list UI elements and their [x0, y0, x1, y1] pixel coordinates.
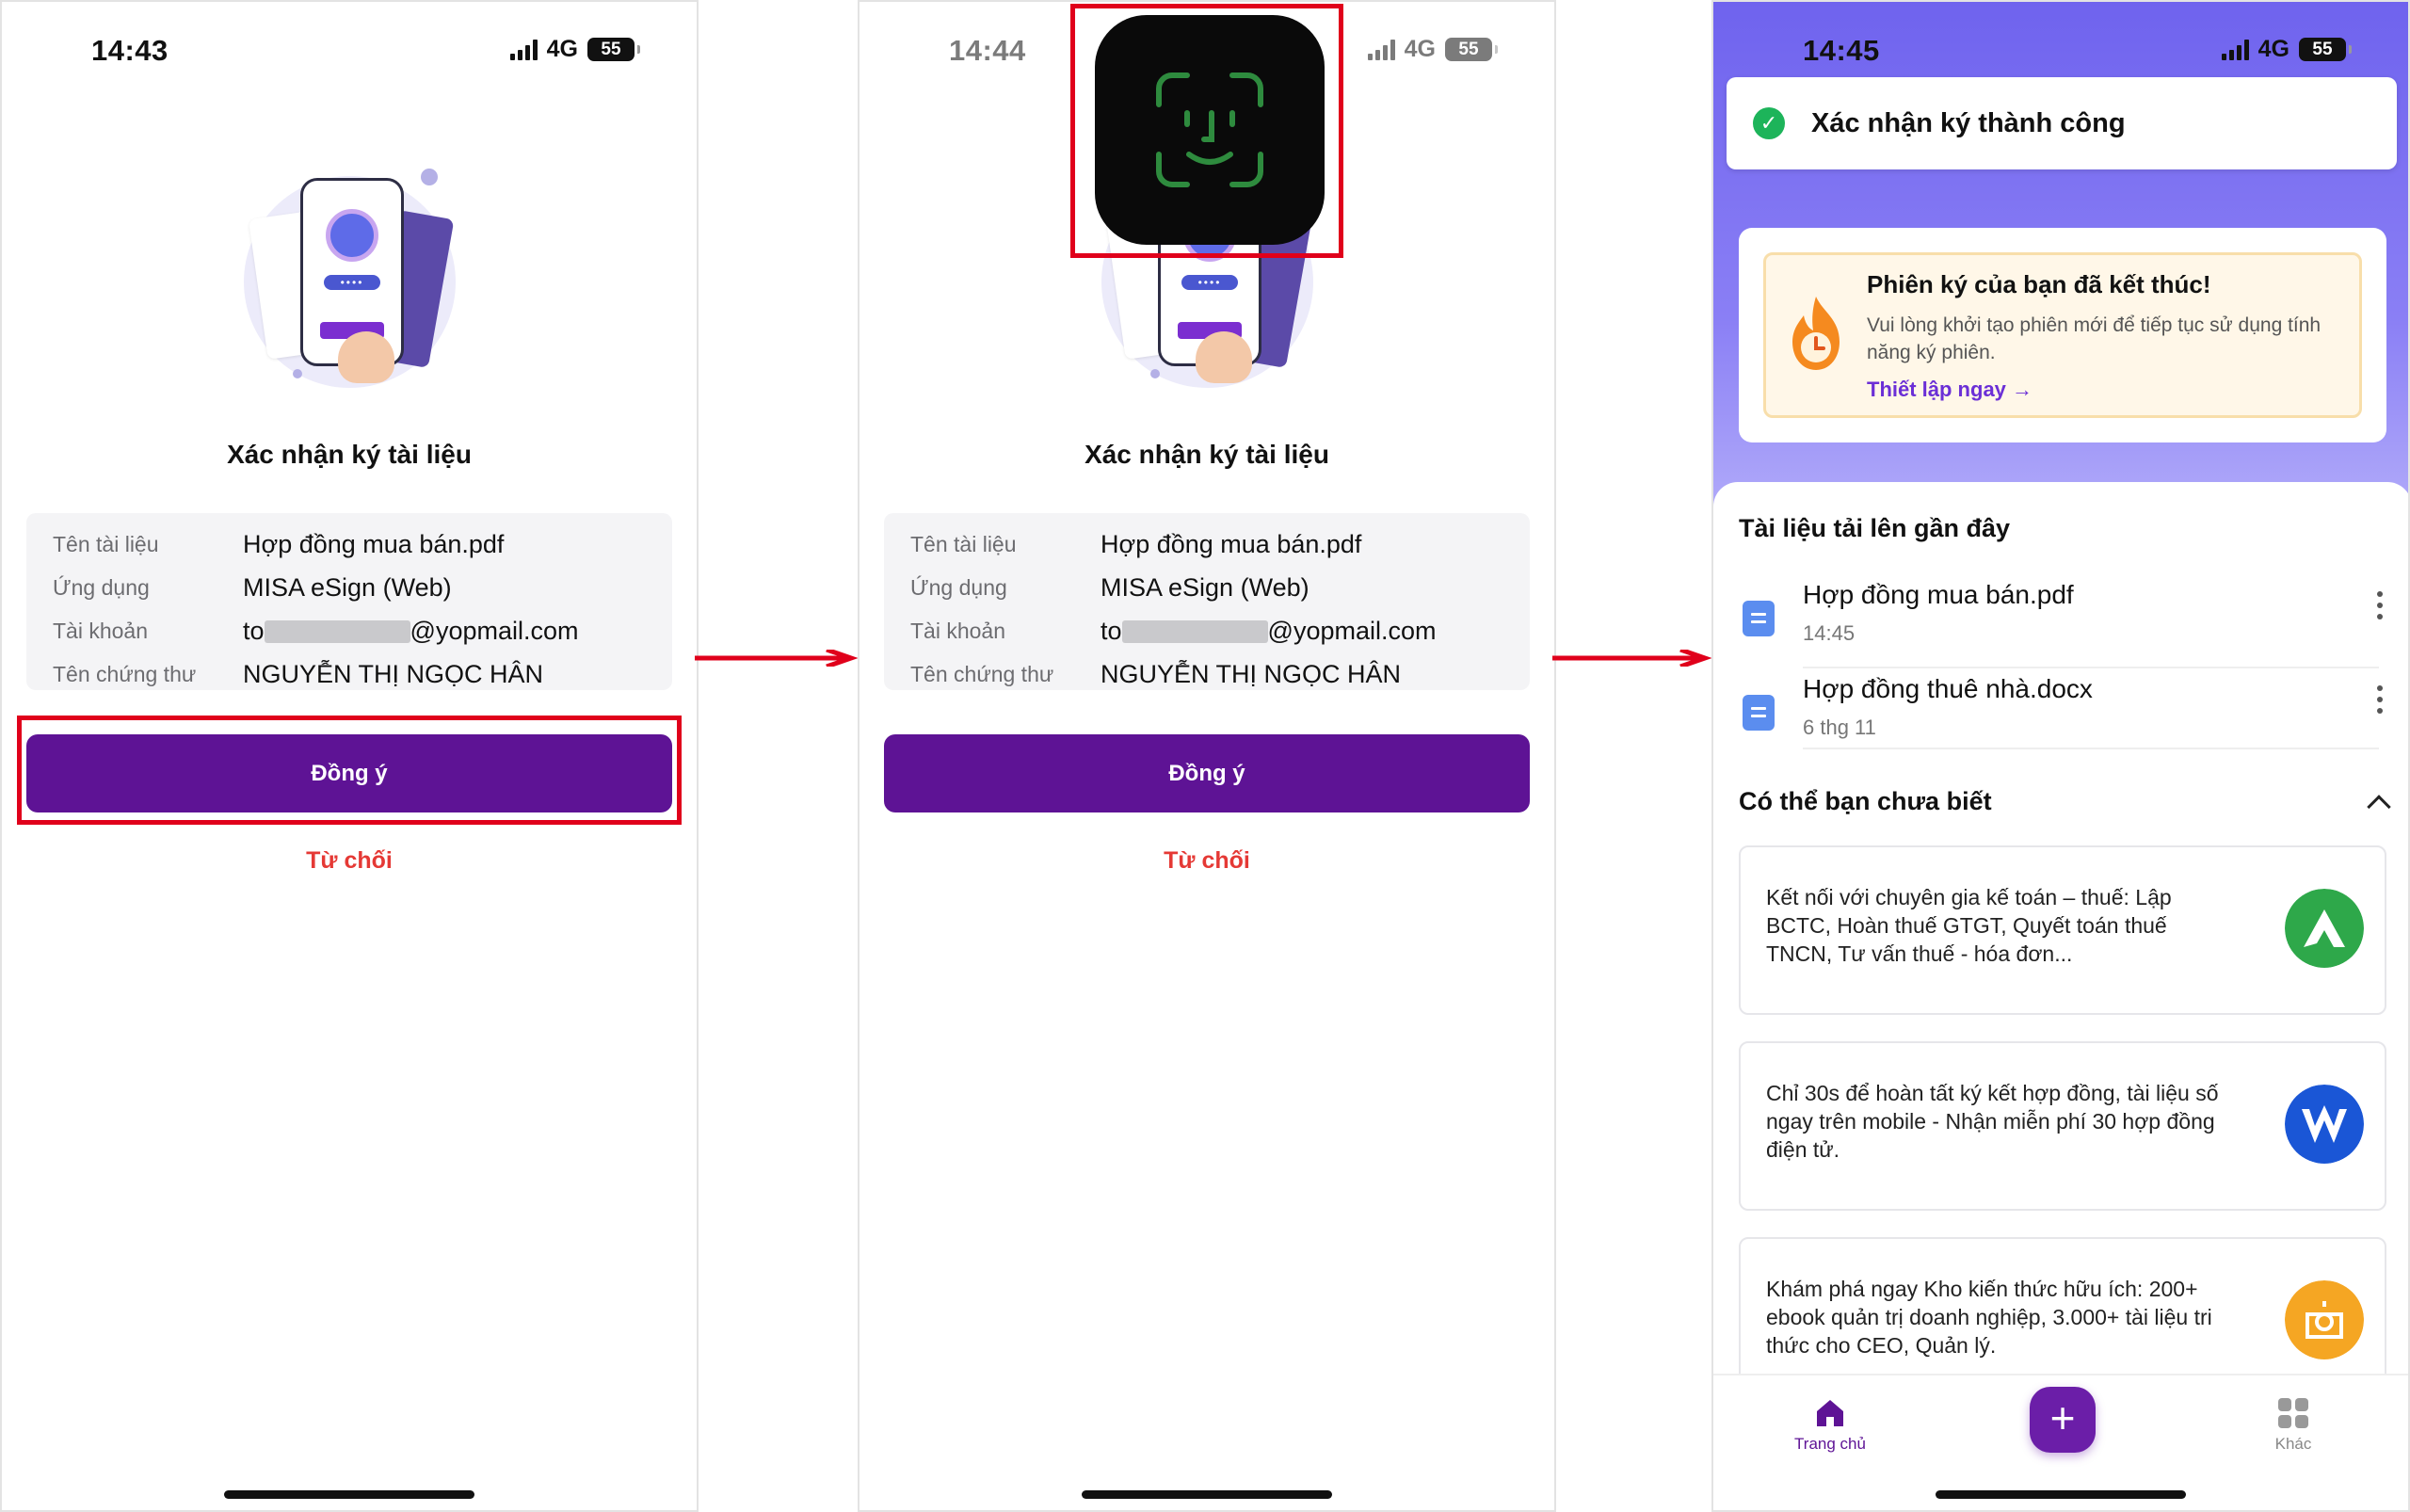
session-title: Phiên ký của bạn đã kết thúc!	[1867, 270, 2211, 298]
tab-more-label: Khác	[2274, 1435, 2312, 1453]
more-options-icon[interactable]	[2377, 685, 2383, 719]
info-value-account: to @yopmail.com	[1101, 617, 1437, 646]
content-sheet: Tài liệu tải lên gần đây Hợp đồng mua bá…	[1713, 482, 2408, 1407]
account-suffix: @yopmail.com	[1267, 616, 1437, 645]
signal-icon	[1367, 39, 1395, 60]
stage: 14:43 4G 55 •••• Xác nhận ký tài liệu Tê…	[0, 0, 2410, 1512]
info-row-app: Ứng dụng MISA eSign (Web)	[53, 566, 672, 609]
status-bar: 14:45 4G 55	[1713, 30, 2408, 72]
info-value: Hợp đồng mua bán.pdf	[243, 529, 505, 558]
info-label: Tài khoản	[910, 618, 1006, 643]
redacted-blur	[264, 620, 410, 644]
agree-button[interactable]: Đồng ý	[884, 734, 1530, 812]
info-value: Hợp đồng mua bán.pdf	[1101, 529, 1362, 558]
home-icon	[1817, 1400, 1843, 1426]
info-label: Ứng dụng	[53, 574, 150, 600]
document-time: 6 thg 11	[1803, 716, 1876, 739]
tip-card[interactable]: Kết nối với chuyên gia kế toán – thuế: L…	[1739, 845, 2386, 1015]
sign-illustration: ••••	[234, 157, 470, 411]
recent-docs-title: Tài liệu tải lên gần đây	[1739, 514, 2011, 542]
reject-button[interactable]: Từ chối	[2, 847, 697, 875]
amis-logo-icon	[2285, 889, 2364, 968]
battery-icon: 55	[2299, 38, 2352, 61]
info-row-document: Tên tài liệu Hợp đồng mua bán.pdf	[910, 523, 1530, 566]
reject-button[interactable]: Từ chối	[860, 847, 1554, 875]
info-value: MISA eSign (Web)	[1101, 572, 1309, 602]
info-label: Tên tài liệu	[910, 531, 1017, 556]
info-row-certificate: Tên chứng thư NGUYỄN THỊ NGỌC HÂN	[910, 652, 1530, 696]
battery-icon: 55	[1445, 38, 1498, 61]
document-name: Hợp đồng mua bán.pdf	[1803, 580, 2074, 609]
status-bar: 14:43 4G 55	[2, 30, 697, 72]
grid-icon	[2278, 1398, 2308, 1428]
page-title: Xác nhận ký tài liệu	[227, 440, 472, 469]
success-toast: ✓ Xác nhận ký thành công	[1727, 77, 2397, 169]
document-item[interactable]: Hợp đồng mua bán.pdf 14:45	[1739, 572, 2383, 665]
phone-screen-home: 14:45 4G 55 ✓ Xác nhận ký thành công Phi…	[1711, 0, 2410, 1512]
account-suffix: @yopmail.com	[410, 616, 579, 645]
tab-home[interactable]: Trang chủ	[1774, 1396, 1887, 1454]
info-row-certificate: Tên chứng thư NGUYỄN THỊ NGỌC HÂN	[53, 652, 672, 696]
status-time: 14:44	[949, 34, 1026, 67]
info-row-app: Ứng dụng MISA eSign (Web)	[910, 566, 1530, 609]
home-indicator	[224, 1490, 474, 1499]
arrow-right-icon	[1552, 650, 1712, 667]
document-name: Hợp đồng thuê nhà.docx	[1803, 674, 2093, 703]
tips-title: Có thể bạn chưa biết	[1739, 787, 1992, 815]
document-info-panel: Tên tài liệu Hợp đồng mua bán.pdf Ứng dụ…	[884, 513, 1530, 690]
account-prefix: to	[243, 616, 265, 645]
document-info-panel: Tên tài liệu Hợp đồng mua bán.pdf Ứng dụ…	[26, 513, 672, 690]
info-value: NGUYỄN THỊ NGỌC HÂN	[1101, 659, 1402, 688]
document-icon	[1743, 601, 1775, 636]
add-button[interactable]: +	[2030, 1387, 2096, 1453]
document-item[interactable]: Hợp đồng thuê nhà.docx 6 thg 11	[1739, 667, 2383, 759]
info-label: Tài khoản	[53, 618, 149, 643]
battery-icon: 55	[587, 38, 640, 61]
info-label: Ứng dụng	[910, 574, 1007, 600]
tip-text: Chỉ 30s để hoàn tất ký kết hợp đồng, tài…	[1766, 1081, 2219, 1162]
chevron-up-icon[interactable]	[2367, 795, 2391, 819]
divider	[1803, 748, 2379, 749]
network-label: 4G	[2257, 36, 2290, 62]
signal-icon	[2221, 39, 2249, 60]
esign-logo-icon	[2285, 1085, 2364, 1164]
home-indicator	[1936, 1490, 2186, 1499]
info-label: Tên chứng thư	[910, 661, 1054, 686]
tab-home-label: Trang chủ	[1794, 1435, 1866, 1453]
info-label: Tên tài liệu	[53, 531, 159, 556]
page-title: Xác nhận ký tài liệu	[1084, 440, 1329, 469]
account-prefix: to	[1101, 616, 1122, 645]
info-row-account: Tài khoản to @yopmail.com	[53, 609, 672, 652]
document-icon	[1743, 695, 1775, 731]
info-value: MISA eSign (Web)	[243, 572, 452, 602]
highlight-agree-button	[17, 716, 682, 825]
more-options-icon[interactable]	[2377, 591, 2383, 625]
arrow-right-icon	[695, 650, 859, 667]
setup-now-link[interactable]: Thiết lập ngay →	[1867, 378, 2032, 402]
document-time: 14:45	[1803, 621, 1856, 645]
redacted-blur	[1121, 620, 1268, 644]
tip-text: Khám phá ngay Kho kiến thức hữu ích: 200…	[1766, 1277, 2212, 1358]
network-label: 4G	[1404, 36, 1436, 62]
fire-clock-icon	[1792, 297, 1840, 370]
highlight-face-id	[1070, 4, 1343, 258]
tab-more[interactable]: Khác	[2237, 1396, 2350, 1454]
signal-icon	[509, 39, 538, 60]
info-value: NGUYỄN THỊ NGỌC HÂN	[243, 659, 544, 688]
toast-message: Xác nhận ký thành công	[1811, 107, 2126, 138]
tip-card[interactable]: Chỉ 30s để hoàn tất ký kết hợp đồng, tài…	[1739, 1041, 2386, 1211]
session-ended-card: Phiên ký của bạn đã kết thúc! Vui lòng k…	[1739, 228, 2386, 442]
home-indicator	[1082, 1490, 1332, 1499]
info-label: Tên chứng thư	[53, 661, 197, 686]
knowledge-book-icon	[2285, 1280, 2364, 1359]
info-value-account: to @yopmail.com	[243, 617, 579, 646]
status-time: 14:45	[1803, 34, 1880, 67]
info-row-account: Tài khoản to @yopmail.com	[910, 609, 1530, 652]
info-row-document: Tên tài liệu Hợp đồng mua bán.pdf	[53, 523, 672, 566]
network-label: 4G	[546, 36, 578, 62]
check-icon: ✓	[1753, 107, 1785, 139]
tip-text: Kết nối với chuyên gia kế toán – thuế: L…	[1766, 885, 2172, 966]
session-description: Vui lòng khởi tạo phiên mới để tiếp tục …	[1867, 314, 2322, 363]
status-time: 14:43	[91, 34, 169, 67]
